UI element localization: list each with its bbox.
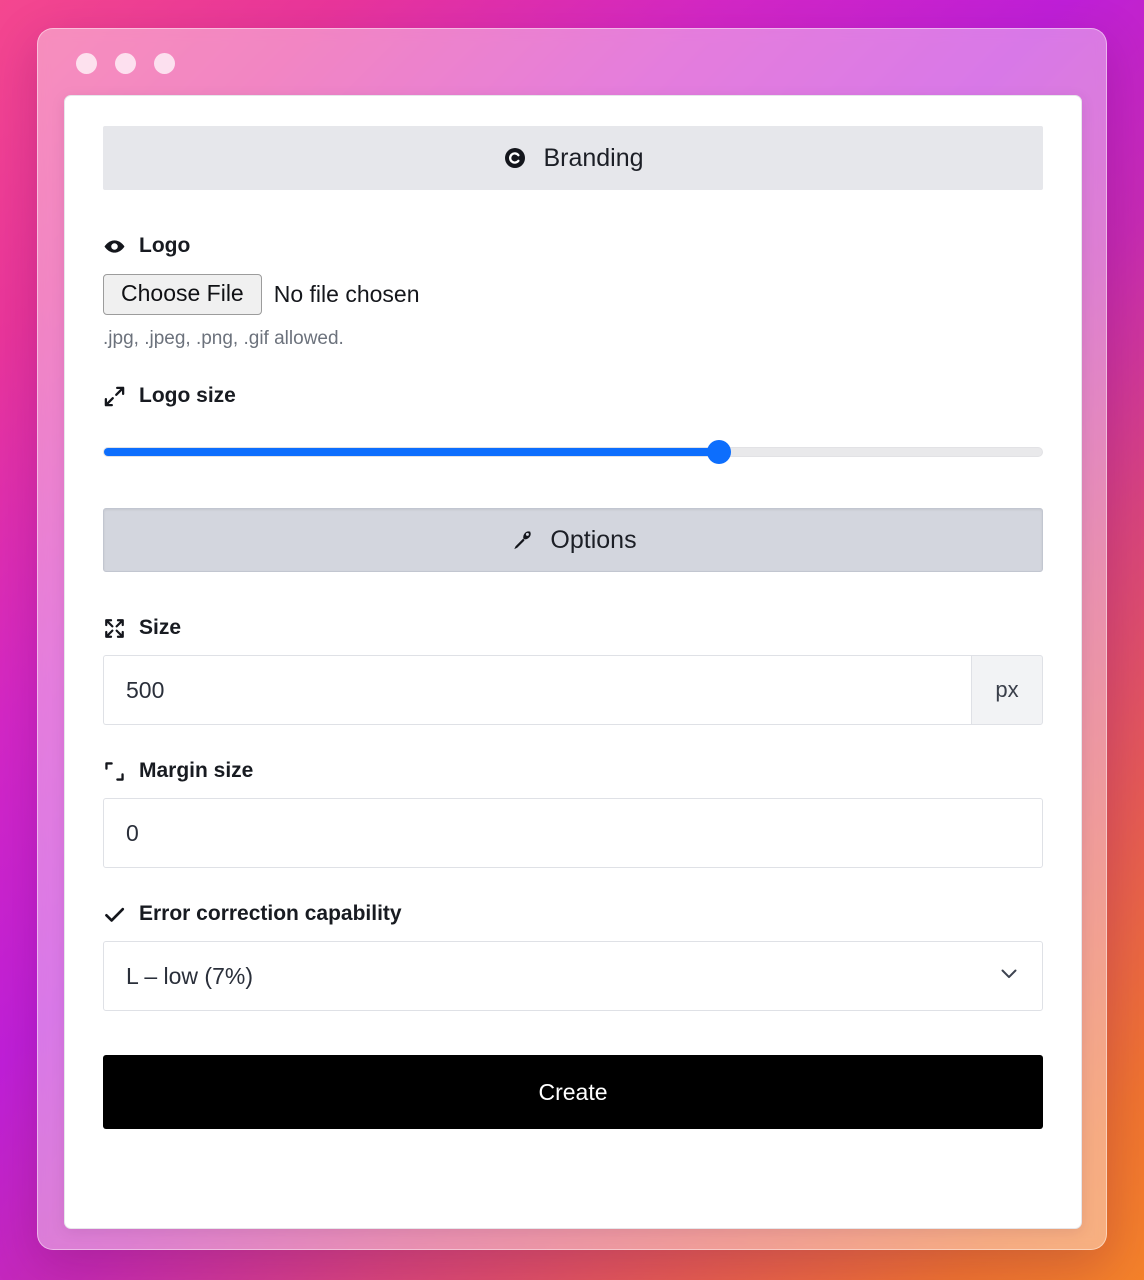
- window-titlebar: [38, 29, 1106, 97]
- logo-file-row: Choose File No file chosen: [103, 274, 1043, 315]
- browser-window: Branding Logo Choose File No file chosen…: [37, 28, 1107, 1250]
- logo-size-slider-fill: [104, 448, 720, 456]
- size-label-row: Size: [103, 616, 1043, 640]
- form-container: Branding Logo Choose File No file chosen…: [65, 96, 1081, 1129]
- error-correction-label-row: Error correction capability: [103, 902, 1043, 926]
- size-label: Size: [139, 616, 182, 639]
- error-correction-selected-value: L – low (7%): [126, 962, 253, 989]
- file-status-text: No file chosen: [273, 281, 420, 307]
- margin-size-label: Margin size: [139, 759, 254, 782]
- check-icon: [103, 903, 126, 926]
- section-header-options[interactable]: Options: [103, 508, 1043, 572]
- section-title-branding: Branding: [543, 143, 644, 172]
- margin-size-input[interactable]: [103, 798, 1043, 868]
- page-content: Branding Logo Choose File No file chosen…: [64, 95, 1082, 1229]
- maximize-dot[interactable]: [154, 52, 175, 74]
- logo-size-slider-wrap: [103, 440, 1043, 464]
- logo-label: Logo: [139, 234, 191, 257]
- logo-label-row: Logo: [103, 234, 1043, 258]
- minimize-dot[interactable]: [115, 52, 136, 74]
- choose-file-button[interactable]: Choose File: [103, 274, 262, 315]
- section-title-options: Options: [550, 525, 637, 554]
- logo-size-label-row: Logo size: [103, 384, 1043, 408]
- logo-size-slider-thumb[interactable]: [707, 440, 732, 464]
- create-button[interactable]: Create: [103, 1055, 1043, 1129]
- crop-corners-icon: [103, 760, 126, 783]
- size-unit-addon: px: [971, 655, 1043, 725]
- error-correction-select-wrap: L – low (7%): [103, 941, 1043, 1011]
- logo-size-slider[interactable]: [103, 440, 1043, 464]
- margin-size-label-row: Margin size: [103, 759, 1043, 783]
- section-header-branding[interactable]: Branding: [103, 126, 1043, 190]
- logo-format-hint: .jpg, .jpeg, .png, .gif allowed.: [103, 328, 344, 349]
- error-correction-label: Error correction capability: [139, 902, 402, 925]
- logo-size-label: Logo size: [139, 384, 236, 407]
- close-dot[interactable]: [76, 52, 97, 74]
- arrows-out-icon: [103, 617, 126, 640]
- wrench-icon: [509, 527, 535, 553]
- size-input[interactable]: [103, 655, 971, 725]
- error-correction-select[interactable]: L – low (7%): [103, 941, 1043, 1011]
- margin-size-input-group: [103, 798, 1043, 868]
- eye-icon: [103, 235, 126, 258]
- resize-diagonal-icon: [103, 385, 126, 408]
- branding-copyright-icon: [502, 145, 528, 171]
- size-input-group: px: [103, 655, 1043, 725]
